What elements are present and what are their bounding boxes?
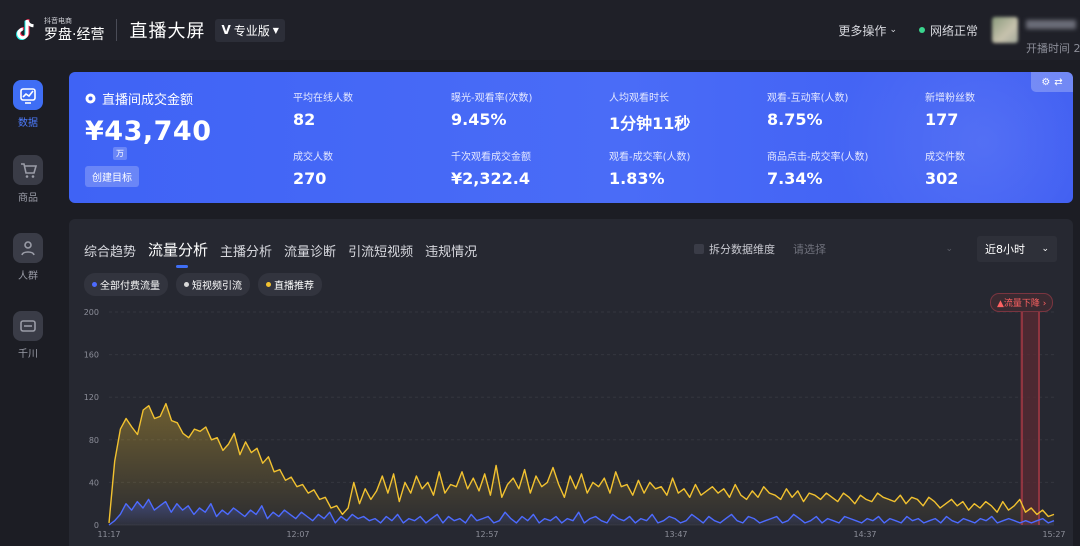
logo-title: 罗盘·经营 [44,27,105,43]
edition-label: 专业版 [233,23,270,38]
gmv-value: ¥43,740 [85,116,212,147]
x-tick-label: 15:27 [1042,530,1065,539]
y-tick-label: 0 [94,521,99,530]
metric-gpm: 千次观看成交金额 ¥2,322.4 [451,148,531,188]
caret-down-icon: ▼ [272,25,279,35]
metric-label: 新增粉丝数 [925,93,975,104]
x-tick-label: 14:37 [853,530,876,539]
y-tick-label: 160 [84,351,99,360]
y-tick-label: 80 [89,436,99,445]
traffic-drop-band [1020,312,1040,525]
y-tick-label: 200 [84,308,99,317]
metric-value: ¥2,322.4 [451,169,530,188]
metric-items-sold: 成交件数 302 [925,148,965,188]
metric-label: 观看-互动率(人数) [767,93,849,104]
sidebar-item-qianchuan[interactable]: 千川 [0,311,56,360]
network-status-label: 网络正常 [929,23,978,38]
traffic-panel: 综合趋势 流量分析 主播分析 流量诊断 引流短视频 违规情况 拆分数据维度 请选… [69,219,1073,546]
create-goal-button[interactable]: 创建目标 [85,166,139,187]
y-tick-label: 40 [89,478,99,487]
metric-label: 观看-成交率(人数) [609,152,691,163]
metric-label: 商品点击-成交率(人数) [767,152,869,163]
metric-view-interaction-rate: 观看-互动率(人数) 8.75% [767,89,848,129]
traffic-area-chart: 0 40 80 120 160 200 11:17 12:07 12:57 13:47 14:37 1… [84,308,1066,539]
avatar[interactable] [992,17,1018,43]
user-name-blurred [1026,20,1076,29]
metric-label: 人均观看时长 [609,93,669,104]
sidebar-item-label: 商品 [18,193,38,204]
metric-value: 7.34% [767,169,823,188]
metric-avg-online: 平均在线人数 82 [293,89,353,129]
metric-exposure-view-rate: 曝光-观看率(次数) 9.45% [451,89,532,129]
metric-label: 成交件数 [925,152,965,163]
gmv-unit: 万 [113,147,127,160]
sidebar-item-audience[interactable]: 人群 [0,233,56,282]
sidebar-item-label: 千川 [18,349,38,360]
more-operations-dropdown[interactable]: 更多操作 ⌄ [838,22,897,39]
metric-value: 302 [925,169,959,188]
status-dot-icon [918,27,925,33]
sidebar: 数据 商品 人群 千川 [0,60,56,546]
header-divider [116,19,118,41]
metric-label: 成交人数 [293,152,333,163]
metric-value: 8.75% [767,110,823,129]
metric-value: 9.45% [451,110,507,129]
trend-icon [13,80,43,110]
cart-icon [13,155,43,185]
card-tools: ⚙ ⇄ [1031,72,1073,92]
x-tick-label: 13:47 [664,530,687,539]
metric-label: 千次观看成交金额 [451,152,531,163]
top-bar: 抖音电商 罗盘·经营 直播大屏 V 专业版 ▼ 更多操作 ⌄ 网络正常 开播时间… [0,0,1080,60]
x-tick-label: 11:17 [97,530,120,539]
logo-subtitle: 抖音电商 [44,17,72,25]
metric-value: 1.83% [609,169,665,188]
sidebar-item-data[interactable]: 数据 [0,80,56,129]
traffic-drop-label: 流量下降 [1003,299,1040,309]
metric-value: 177 [925,110,959,129]
sidebar-item-label: 人群 [18,271,38,282]
network-status: 网络正常 [918,22,978,39]
traffic-drop-alert[interactable]: ▲流量下降 › [990,293,1054,312]
user-info: 开播时间 2 [1022,10,1080,55]
douyin-logo-icon [12,16,40,44]
metric-avg-watch-time: 人均观看时长 1分钟11秒 [609,89,690,134]
live-stats-card: 直播间成交金额 ¥43,740 万 创建目标 平均在线人数 82 曝光-观看率(… [69,72,1073,203]
logo[interactable]: 抖音电商 罗盘·经营 [12,16,104,44]
gmv-title: 直播间成交金额 [85,89,193,108]
metric-label: 曝光-观看率(次数) [451,93,533,104]
gmv-title-label: 直播间成交金额 [102,93,194,108]
people-icon [13,233,43,263]
metric-value: 82 [293,110,316,129]
warning-triangle-icon: ▲ [997,299,1004,309]
metric-value: 270 [293,169,327,188]
more-operations-label: 更多操作 [838,23,887,38]
page-title: 直播大屏 [129,21,206,42]
metric-value: 1分钟11秒 [609,114,691,133]
metric-label: 平均在线人数 [293,93,353,104]
chevron-right-icon: › [1039,299,1047,309]
check-v-icon: V [221,23,231,37]
metric-view-conversion-rate: 观看-成交率(人数) 1.83% [609,148,690,188]
x-tick-label: 12:57 [475,530,498,539]
metric-new-followers: 新增粉丝数 177 [925,89,975,129]
live-start-time: 开播时间 2 [1026,42,1080,55]
swap-icon[interactable]: ⇄ [1054,77,1062,88]
sidebar-item-label: 数据 [18,118,38,129]
x-tick-label: 12:07 [286,530,309,539]
chevron-down-icon: ⌄ [889,25,897,35]
gear-icon[interactable]: ⚙ [1041,77,1050,88]
metric-click-conversion-rate: 商品点击-成交率(人数) 7.34% [767,148,868,188]
metric-buyers: 成交人数 270 [293,148,333,188]
series-area [109,403,1054,525]
edition-dropdown[interactable]: V 专业版 ▼ [215,18,285,42]
y-tick-label: 120 [84,393,99,402]
record-icon [85,93,96,104]
qianchuan-icon [13,311,43,341]
sidebar-item-products[interactable]: 商品 [0,155,56,204]
